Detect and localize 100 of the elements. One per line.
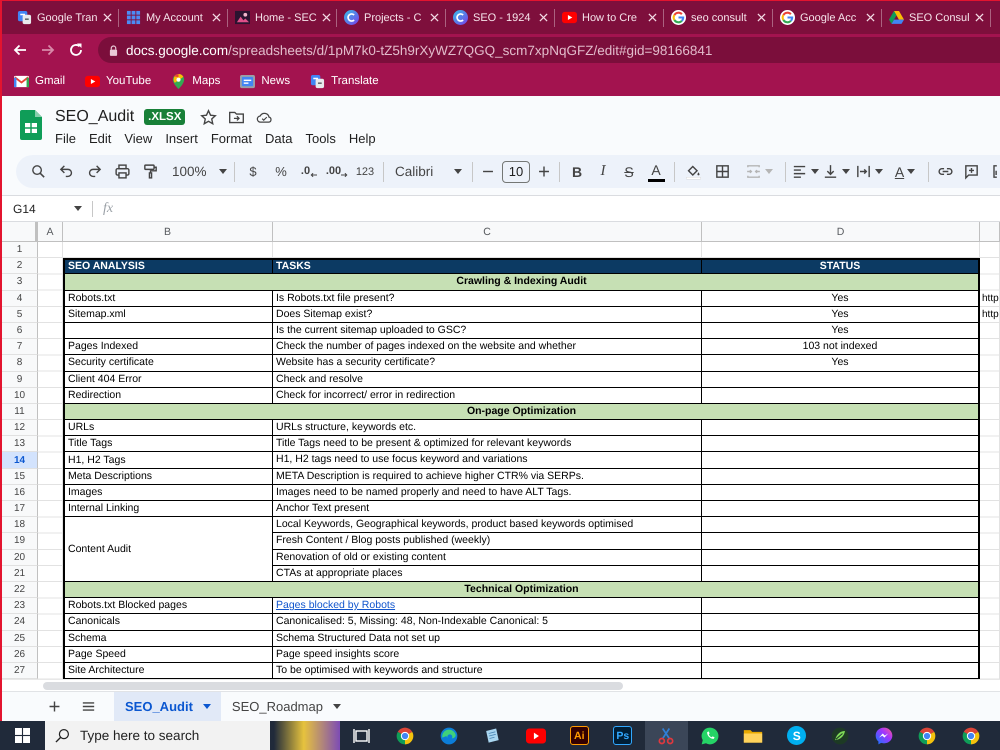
number-format-button[interactable]: 123 bbox=[351, 160, 379, 184]
address-field[interactable]: docs.google.com/spreadsheets/d/1pM7k0-tZ5h9rXyWZ7QGQ_scm7xpNqGFZ/edit#gid=98166841 bbox=[98, 37, 1000, 63]
menu-item[interactable]: Data bbox=[265, 131, 292, 146]
increase-decimal-button[interactable]: .00 bbox=[323, 160, 351, 184]
sheet-tab[interactable]: SEO_Audit bbox=[114, 692, 221, 721]
paint-bucket-icon[interactable] bbox=[684, 163, 702, 180]
start-icon[interactable] bbox=[15, 728, 30, 743]
bookmark-link[interactable]: Gmail bbox=[14, 74, 66, 88]
search-field[interactable]: Type here to search bbox=[45, 721, 270, 750]
bold-button[interactable]: B bbox=[564, 160, 590, 184]
taskbar-app-button[interactable]: Ai bbox=[558, 721, 601, 750]
bookmark-link[interactable]: Translate bbox=[310, 74, 379, 88]
browser-tab[interactable]: My Account bbox=[119, 1, 227, 34]
font-dropdown[interactable]: Calibri bbox=[388, 160, 468, 184]
menu-item[interactable]: Edit bbox=[88, 131, 112, 146]
row-header[interactable]: 9 bbox=[2, 372, 38, 388]
browser-tab[interactable]: Home - SEC bbox=[228, 1, 336, 34]
row-header[interactable]: 24 bbox=[2, 614, 38, 630]
row-header[interactable]: 5 bbox=[2, 306, 38, 323]
undo-icon[interactable] bbox=[58, 163, 74, 180]
row-header[interactable]: 26 bbox=[2, 646, 38, 663]
zoom-dropdown[interactable]: 100% bbox=[164, 160, 230, 184]
document-title[interactable]: SEO_Audit bbox=[55, 108, 134, 126]
menu-item[interactable]: View bbox=[124, 131, 152, 146]
row-header[interactable]: 16 bbox=[2, 484, 38, 501]
menu-item[interactable]: Format bbox=[210, 131, 252, 146]
row-header[interactable]: 6 bbox=[2, 322, 38, 340]
browser-tab[interactable]: SEO - 1924 bbox=[446, 1, 554, 34]
menu-item[interactable]: Help bbox=[348, 131, 376, 146]
folder-icon[interactable] bbox=[228, 108, 246, 126]
strikethrough-button[interactable]: S bbox=[616, 160, 642, 184]
table-cell: Check the number of pages indexed on the website and whether bbox=[273, 339, 702, 356]
menu-item[interactable]: File bbox=[55, 131, 76, 146]
percent-button[interactable]: % bbox=[267, 160, 295, 184]
italic-button[interactable]: I bbox=[590, 160, 616, 184]
browser-tab[interactable]: Google Tran bbox=[10, 1, 118, 34]
browser-tab[interactable]: Projects - C bbox=[337, 1, 445, 34]
decrease-decimal-button[interactable]: .0 bbox=[295, 160, 323, 184]
row-header[interactable]: 22 bbox=[2, 582, 38, 598]
row-header[interactable]: 15 bbox=[2, 468, 38, 485]
column-header[interactable]: C bbox=[273, 222, 702, 241]
row-header[interactable]: 11 bbox=[2, 404, 38, 420]
reload-icon[interactable] bbox=[68, 42, 84, 58]
search-icon[interactable] bbox=[30, 163, 46, 180]
menu-item[interactable]: Tools bbox=[305, 131, 336, 146]
row-header[interactable]: 10 bbox=[2, 388, 38, 404]
row-header[interactable]: 19 bbox=[2, 533, 38, 550]
close-icon[interactable] bbox=[757, 13, 766, 22]
row-header[interactable]: 1 bbox=[2, 242, 38, 258]
currency-button[interactable]: $ bbox=[239, 160, 267, 184]
close-icon[interactable] bbox=[975, 13, 984, 22]
row-header[interactable]: 21 bbox=[2, 566, 38, 582]
table-cell: Canonicals bbox=[63, 614, 273, 630]
row-header[interactable]: 17 bbox=[2, 501, 38, 518]
cell-link[interactable]: Pages blocked by Robots bbox=[276, 599, 396, 612]
menu-item[interactable]: Insert bbox=[165, 131, 198, 146]
back-icon[interactable] bbox=[12, 42, 28, 58]
taskbar-app-button[interactable]: Ps bbox=[601, 721, 644, 750]
spreadsheet-logo-icon[interactable] bbox=[20, 110, 42, 140]
browser-tab[interactable]: SEO Consul bbox=[882, 1, 990, 34]
row-header[interactable]: 3 bbox=[2, 274, 38, 291]
sheet-tab[interactable]: SEO_Roadmap bbox=[220, 692, 351, 721]
scrollbar-thumb[interactable] bbox=[43, 682, 623, 690]
bookmark-link[interactable]: News bbox=[240, 74, 290, 88]
browser-tab[interactable]: Google Acc bbox=[773, 1, 881, 34]
row-header[interactable]: 13 bbox=[2, 436, 38, 452]
star-icon[interactable] bbox=[200, 108, 218, 126]
close-icon[interactable] bbox=[539, 13, 548, 22]
font-size-field[interactable]: 10 bbox=[502, 160, 530, 182]
comment-icon[interactable] bbox=[962, 163, 980, 180]
paint-roller-icon[interactable] bbox=[142, 163, 158, 180]
browser-tab[interactable]: seo consult bbox=[664, 1, 772, 34]
close-icon[interactable] bbox=[322, 13, 331, 22]
column-header[interactable]: B bbox=[63, 222, 273, 241]
bookmark-link[interactable]: YouTube bbox=[85, 74, 152, 88]
close-icon[interactable] bbox=[212, 13, 221, 22]
close-icon[interactable] bbox=[648, 13, 657, 22]
bookmark-link[interactable]: Maps bbox=[171, 74, 220, 88]
row-header[interactable]: 2 bbox=[2, 258, 38, 274]
text-color-button[interactable]: A bbox=[642, 160, 670, 184]
row-header[interactable]: 23 bbox=[2, 598, 38, 614]
row-header[interactable]: 25 bbox=[2, 630, 38, 647]
row-header[interactable]: 12 bbox=[2, 420, 38, 436]
name-box[interactable]: G14 bbox=[2, 198, 88, 220]
column-header[interactable]: A bbox=[38, 222, 63, 241]
row-header[interactable]: 4 bbox=[2, 290, 38, 307]
row-header[interactable]: 8 bbox=[2, 355, 38, 372]
row-header[interactable]: 27 bbox=[2, 662, 38, 680]
close-icon[interactable] bbox=[866, 13, 875, 22]
row-header[interactable]: 20 bbox=[2, 550, 38, 566]
borders-icon[interactable] bbox=[714, 163, 730, 180]
close-icon[interactable] bbox=[430, 13, 439, 22]
close-icon[interactable] bbox=[103, 13, 112, 22]
column-header[interactable]: D bbox=[702, 222, 980, 241]
row-header[interactable]: 14 bbox=[2, 452, 38, 469]
browser-tab[interactable]: How to Cre bbox=[555, 1, 663, 34]
print-icon[interactable] bbox=[114, 163, 130, 180]
row-header[interactable]: 18 bbox=[2, 517, 38, 534]
text-rotation-button[interactable]: A bbox=[886, 160, 924, 184]
row-header[interactable]: 7 bbox=[2, 339, 38, 356]
